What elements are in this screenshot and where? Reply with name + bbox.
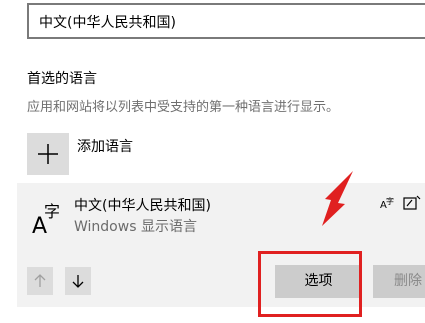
svg-text:字: 字 <box>386 196 394 206</box>
remove-button[interactable]: 删除 <box>373 265 425 298</box>
language-glyph-icon: A 字 <box>31 200 65 239</box>
text-to-speech-icon: A 字 <box>380 195 396 215</box>
plus-icon <box>27 133 69 175</box>
svg-text:字: 字 <box>44 202 60 221</box>
language-subtitle: Windows 显示语言 <box>74 219 197 235</box>
language-name: 中文(中华人民共和国) <box>74 198 211 214</box>
display-language-dropdown[interactable]: 中文(中华人民共和国) <box>27 3 425 39</box>
move-up-button[interactable] <box>27 267 53 295</box>
pointer-arrow-icon <box>322 171 353 226</box>
dropdown-selected-value: 中文(中华人民共和国) <box>39 15 176 31</box>
add-language-button[interactable]: 添加语言 <box>27 133 187 175</box>
preferred-languages-description: 应用和网站将以列表中受支持的第一种语言进行显示。 <box>27 100 340 115</box>
arrow-down-icon <box>72 275 84 288</box>
arrow-up-icon <box>34 274 46 287</box>
language-item-chinese[interactable]: A 字 中文(中华人民共和国) Windows 显示语言 A 字 选项 删除 <box>17 183 425 307</box>
handwriting-icon <box>403 195 421 215</box>
preferred-languages-title: 首选的语言 <box>27 71 97 87</box>
add-language-label: 添加语言 <box>77 139 133 155</box>
highlight-box <box>258 251 362 317</box>
move-down-button[interactable] <box>65 267 91 295</box>
